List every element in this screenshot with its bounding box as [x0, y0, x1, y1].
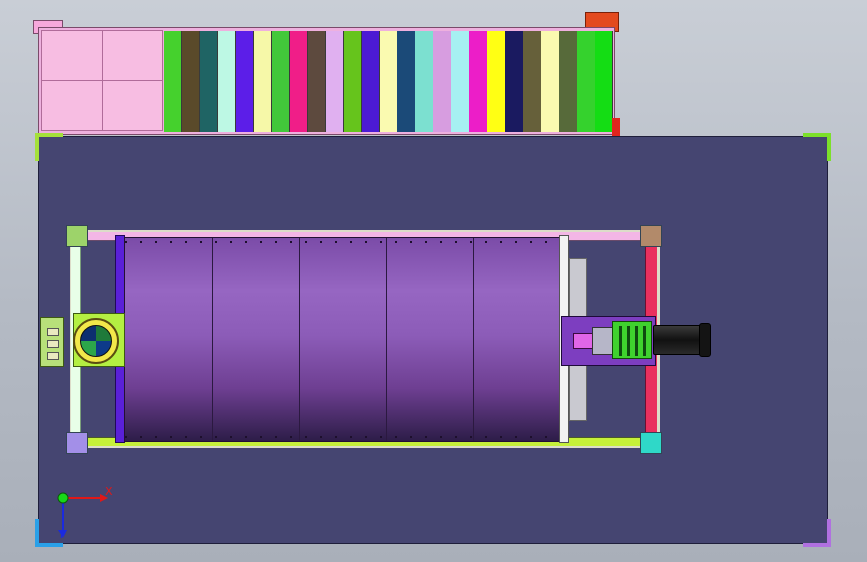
frame-corner-tr[interactable]: [640, 225, 662, 247]
motor-end-cap[interactable]: [699, 323, 711, 357]
rack-slot[interactable]: [307, 31, 327, 132]
rack-slot[interactable]: [343, 31, 363, 132]
drive-shaft[interactable]: [573, 333, 593, 349]
drum-rivet-line-bottom: [125, 436, 560, 438]
rack-slot[interactable]: [181, 31, 201, 132]
rack-slot[interactable]: [253, 31, 273, 132]
rack-slot[interactable]: [289, 31, 309, 132]
frame-corner-br[interactable]: [640, 432, 662, 454]
rack-slot[interactable]: [325, 31, 345, 132]
cad-viewport[interactable]: X Y: [0, 0, 867, 562]
rack-slot[interactable]: [469, 31, 488, 132]
drum-rivet-line-top: [125, 241, 560, 243]
rack-slot[interactable]: [541, 31, 560, 132]
base-corner-tr: [803, 133, 831, 161]
rack-slot[interactable]: [235, 31, 255, 132]
rack-slot[interactable]: [164, 31, 183, 132]
frame-corner-tl[interactable]: [66, 225, 88, 247]
triad-y-label: Y: [58, 528, 65, 541]
base-corner-tl: [35, 133, 63, 161]
rack-slot[interactable]: [505, 31, 524, 132]
triad-x-label: X: [105, 485, 113, 498]
drum-seam: [473, 238, 474, 441]
coordinate-triad: X Y: [48, 482, 118, 542]
rack-slot[interactable]: [451, 31, 470, 132]
rack-slot[interactable]: [433, 31, 452, 132]
rack-slot[interactable]: [217, 31, 237, 132]
bearing-shaft[interactable]: [80, 325, 112, 357]
drive-motor[interactable]: [653, 325, 701, 355]
drum-seam: [386, 238, 387, 441]
rack-slot[interactable]: [523, 31, 542, 132]
base-corner-br: [803, 519, 831, 547]
bearing-mount-block[interactable]: [40, 317, 64, 367]
gearbox[interactable]: [612, 321, 652, 359]
rack-slot[interactable]: [361, 31, 380, 132]
drive-coupling[interactable]: [592, 327, 614, 355]
rack-slot[interactable]: [379, 31, 398, 132]
rack-slot[interactable]: [559, 31, 578, 132]
drum-seam: [299, 238, 300, 441]
rack-slot[interactable]: [415, 31, 434, 132]
frame-corner-bl[interactable]: [66, 432, 88, 454]
rack-corner-bracket-red[interactable]: [612, 118, 620, 136]
rack-slot[interactable]: [487, 31, 506, 132]
rack-slot[interactable]: [595, 31, 614, 132]
drum-seam: [212, 238, 213, 441]
rack-slot[interactable]: [199, 31, 219, 132]
rotary-drum[interactable]: [124, 237, 561, 442]
rack-slot-row: [164, 31, 614, 132]
rack-pink-compartment[interactable]: [41, 30, 163, 131]
rack-slot[interactable]: [577, 31, 596, 132]
rack-slot[interactable]: [271, 31, 291, 132]
rack-slot[interactable]: [397, 31, 416, 132]
